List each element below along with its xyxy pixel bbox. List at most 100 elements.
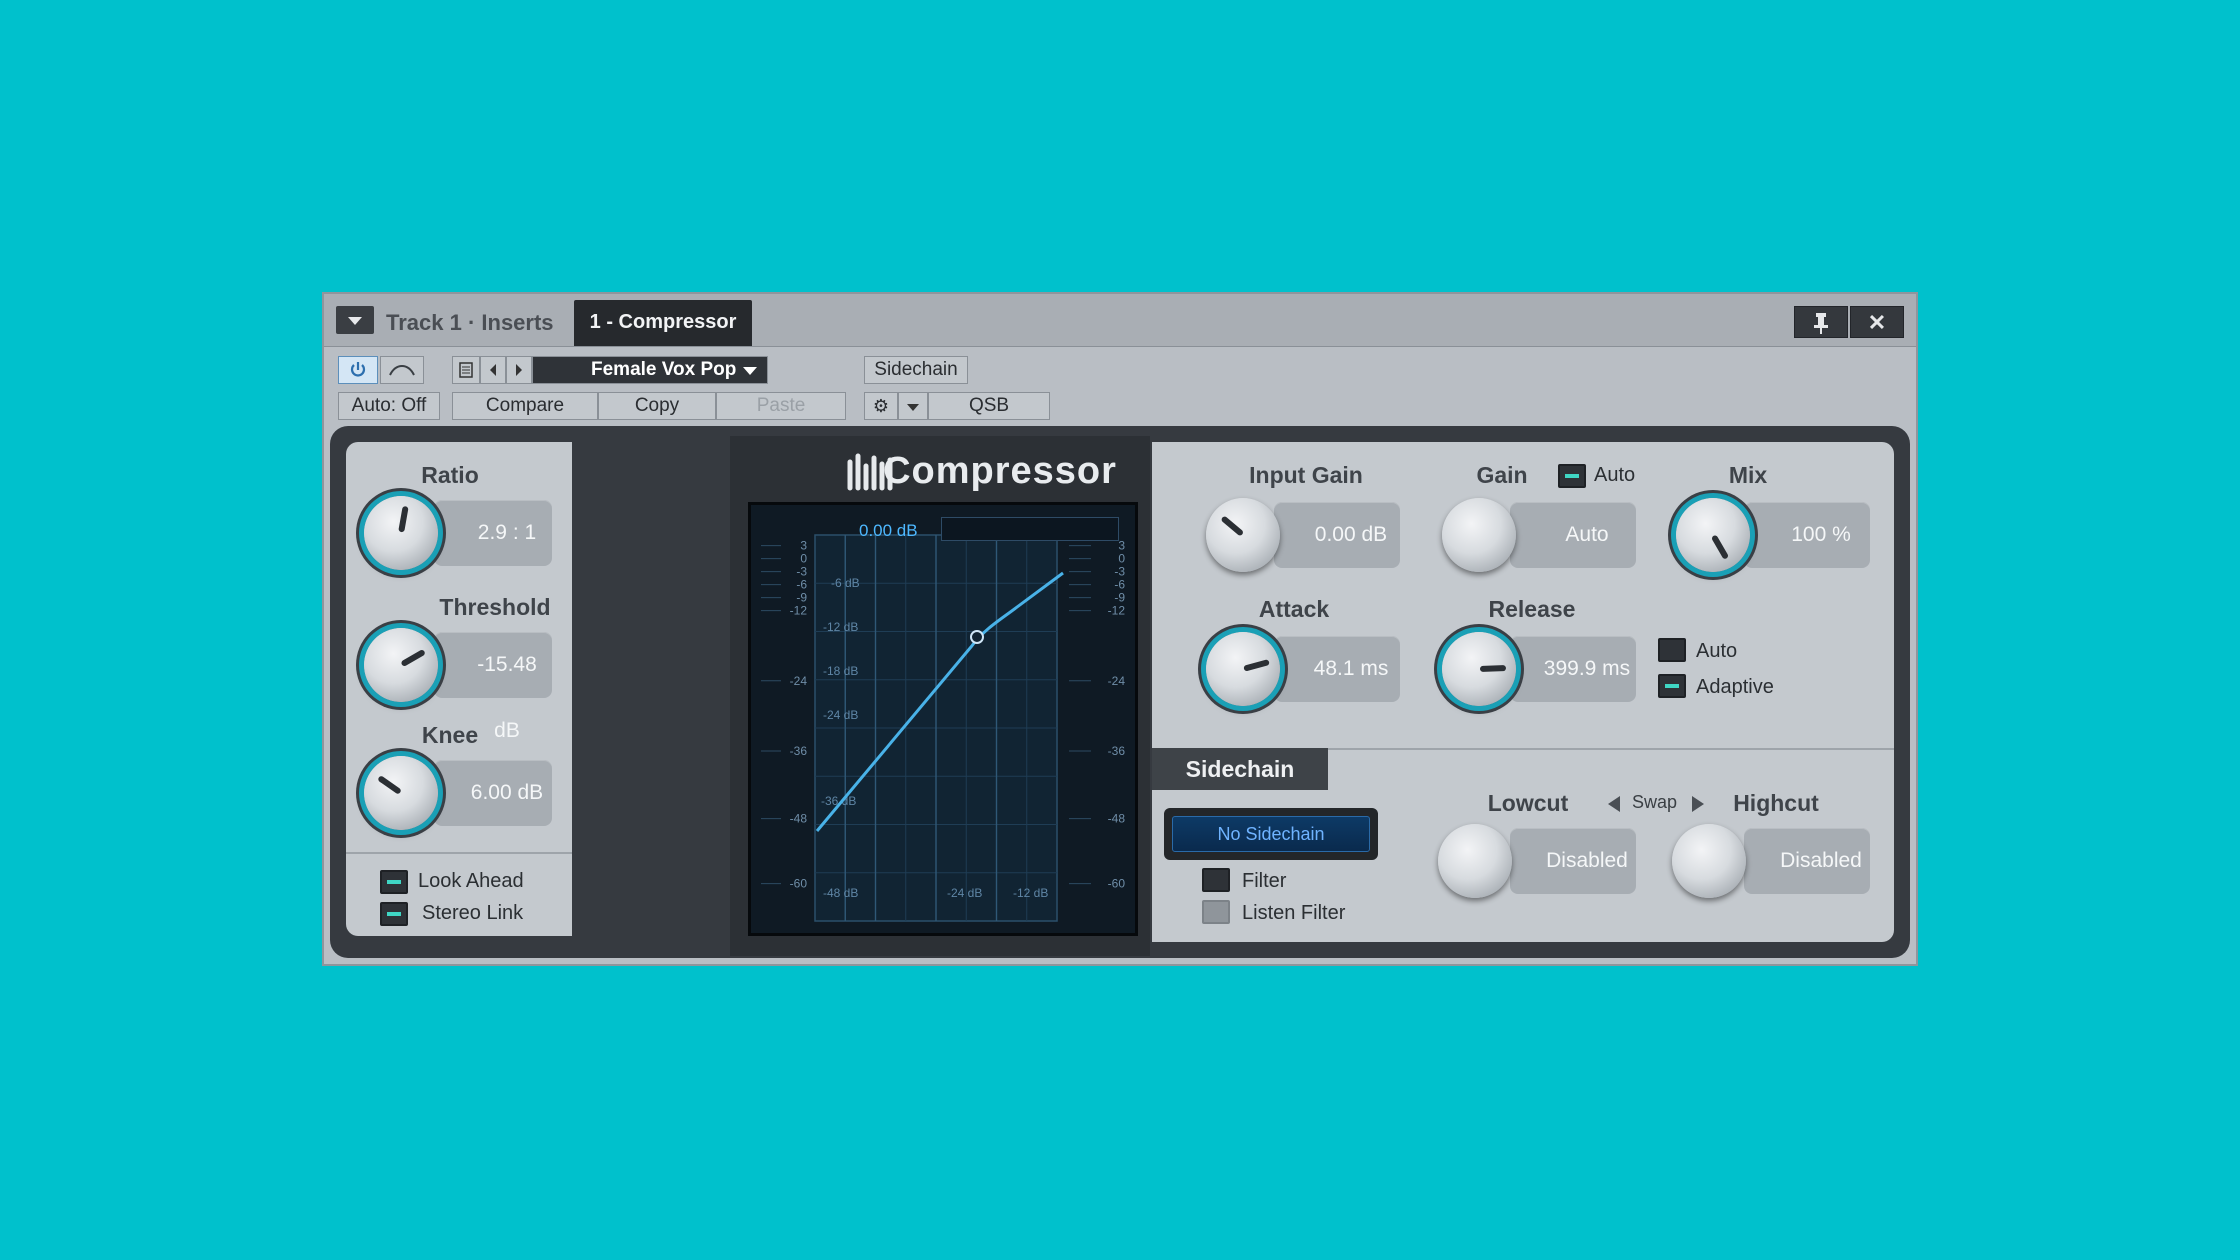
compare-button[interactable]: Compare bbox=[452, 392, 598, 420]
graph-grid-label: -24 dB bbox=[823, 708, 858, 722]
look-ahead-checkbox[interactable] bbox=[380, 870, 408, 894]
release-auto-label: Auto bbox=[1696, 640, 1738, 662]
preset-name: Female Vox Pop bbox=[591, 359, 737, 380]
left-scale-label: -60 bbox=[790, 877, 808, 891]
filter-checkbox[interactable] bbox=[1202, 868, 1230, 892]
release-value[interactable]: 399.9 ms bbox=[1510, 636, 1636, 702]
right-scale-label: -9 bbox=[1114, 591, 1125, 605]
left-scale-label: 0 bbox=[800, 552, 807, 566]
swap-button[interactable]: Swap bbox=[1632, 792, 1677, 813]
input-gain-knob[interactable] bbox=[1206, 498, 1280, 572]
lowcut-value[interactable]: Disabled bbox=[1510, 828, 1636, 894]
highcut-value[interactable]: Disabled bbox=[1744, 828, 1870, 894]
window-menu-button[interactable] bbox=[336, 306, 374, 334]
right-scale-label: 3 bbox=[1118, 539, 1125, 553]
release-auto-checkbox[interactable] bbox=[1658, 638, 1686, 662]
adaptive-checkbox[interactable] bbox=[1658, 674, 1686, 698]
sidechain-source-button[interactable]: No Sidechain bbox=[1164, 808, 1378, 860]
paste-button[interactable]: Paste bbox=[716, 392, 846, 420]
ratio-value[interactable]: 2.9 : 1 bbox=[434, 500, 552, 566]
transfer-graph-frame: Compressor 3 0 -3 -6 -9 -12 -24 -36 -48 -60 3 0 -3 -6… bbox=[730, 436, 1150, 956]
close-icon: ✕ bbox=[1867, 310, 1887, 335]
mix-label: Mix bbox=[1728, 462, 1768, 488]
gain-readout: 0.00 dB bbox=[859, 521, 918, 540]
gain-knob[interactable] bbox=[1442, 498, 1516, 572]
knee-knob[interactable] bbox=[364, 756, 438, 830]
pin-button[interactable] bbox=[1794, 306, 1848, 338]
knee-value[interactable]: 6.00 dB bbox=[434, 760, 552, 826]
ratio-knob[interactable] bbox=[364, 496, 438, 570]
adaptive-label: Adaptive bbox=[1696, 676, 1774, 698]
highcut-knob[interactable] bbox=[1672, 824, 1746, 898]
stereo-link-checkbox[interactable] bbox=[380, 902, 408, 926]
threshold-value[interactable]: -15.48 dB bbox=[434, 632, 552, 742]
chevron-right-icon bbox=[516, 364, 522, 376]
release-knob[interactable] bbox=[1442, 632, 1516, 706]
right-scale-label: -24 bbox=[1108, 674, 1126, 688]
graph-grid-label: -12 dB bbox=[1013, 886, 1048, 900]
power-button[interactable] bbox=[338, 356, 378, 384]
mix-knob[interactable] bbox=[1676, 498, 1750, 572]
left-scale-label: -12 bbox=[790, 604, 808, 618]
previous-preset-button[interactable] bbox=[480, 356, 506, 384]
preset-browser-button[interactable] bbox=[452, 356, 480, 384]
preset-selector[interactable]: Female Vox Pop bbox=[532, 356, 768, 384]
pin-icon bbox=[1814, 313, 1828, 334]
auto-mode-button[interactable]: Auto: Off bbox=[338, 392, 440, 420]
automation-icon bbox=[389, 365, 415, 376]
attack-label: Attack bbox=[1258, 596, 1330, 622]
stereo-link-label: Stereo Link bbox=[422, 902, 524, 924]
settings-button[interactable]: ⚙ bbox=[864, 392, 898, 420]
left-scale-label: -3 bbox=[796, 565, 807, 579]
next-preset-button[interactable] bbox=[506, 356, 532, 384]
sidechain-tab[interactable]: Sidechain bbox=[1152, 748, 1328, 790]
release-label: Release bbox=[1488, 596, 1576, 622]
close-button[interactable]: ✕ bbox=[1850, 306, 1904, 338]
right-scale-label: 0 bbox=[1118, 552, 1125, 566]
input-gain-value[interactable]: 0.00 dB bbox=[1274, 502, 1400, 568]
filter-label: Filter bbox=[1242, 870, 1287, 892]
gain-auto-checkbox[interactable] bbox=[1558, 464, 1586, 488]
attack-knob[interactable] bbox=[1206, 632, 1280, 706]
threshold-label: Threshold bbox=[439, 594, 551, 620]
attack-value[interactable]: 48.1 ms bbox=[1274, 636, 1400, 702]
knee-knob-pointer bbox=[377, 775, 402, 795]
graph-grid-label: -24 dB bbox=[947, 886, 982, 900]
release-knob-pointer bbox=[1479, 665, 1507, 672]
lowcut-label: Lowcut bbox=[1487, 790, 1569, 816]
right-scale-label: -3 bbox=[1114, 565, 1125, 579]
plugin-window: Track 1 · Inserts 1 - Compressor ✕ Femal… bbox=[322, 292, 1918, 966]
settings-menu-button[interactable] bbox=[898, 392, 928, 420]
listen-filter-label: Listen Filter bbox=[1242, 902, 1346, 924]
left-scale-label: -48 bbox=[790, 812, 808, 826]
title-bar: Track 1 · Inserts 1 - Compressor ✕ bbox=[324, 294, 1916, 347]
plugin-title: Compressor bbox=[883, 450, 1117, 492]
listen-filter-checkbox[interactable] bbox=[1202, 900, 1230, 924]
input-gain-label: Input Gain bbox=[1249, 462, 1363, 488]
copy-button[interactable]: Copy bbox=[598, 392, 716, 420]
list-icon bbox=[459, 362, 473, 378]
chevron-down-icon bbox=[743, 367, 757, 375]
gain-auto-label: Auto bbox=[1594, 464, 1636, 486]
mix-value[interactable]: 100 % bbox=[1744, 502, 1870, 568]
automation-button[interactable] bbox=[380, 356, 424, 384]
left-scale-label: -6 bbox=[796, 578, 807, 592]
graph-grid-label: -18 dB bbox=[823, 664, 858, 678]
swap-left-arrow-icon bbox=[1608, 796, 1620, 812]
compressor-panel: Ratio 2.9 : 1 Threshold -15.48 dB Knee 6… bbox=[330, 426, 1910, 958]
lowcut-knob[interactable] bbox=[1438, 824, 1512, 898]
tab-compressor[interactable]: 1 - Compressor bbox=[574, 300, 752, 346]
attack-knob-pointer bbox=[1243, 659, 1270, 672]
left-divider bbox=[346, 852, 572, 854]
track-inserts-label[interactable]: Track 1 · Inserts bbox=[386, 310, 554, 336]
threshold-knob[interactable] bbox=[364, 628, 438, 702]
qsb-button[interactable]: QSB bbox=[928, 392, 1050, 420]
sidechain-button[interactable]: Sidechain bbox=[864, 356, 968, 384]
right-scale-label: -36 bbox=[1108, 744, 1126, 758]
transfer-graph[interactable]: 3 0 -3 -6 -9 -12 -24 -36 -48 -60 3 0 -3 -6 -9 -12 -24 -36… bbox=[748, 502, 1138, 936]
gain-value[interactable]: Auto bbox=[1510, 502, 1636, 568]
left-scale-label: 3 bbox=[800, 539, 807, 553]
graph-grid-label: -12 dB bbox=[823, 620, 858, 634]
sidechain-source-label: No Sidechain bbox=[1172, 816, 1370, 852]
right-scale-label: -48 bbox=[1108, 812, 1126, 826]
